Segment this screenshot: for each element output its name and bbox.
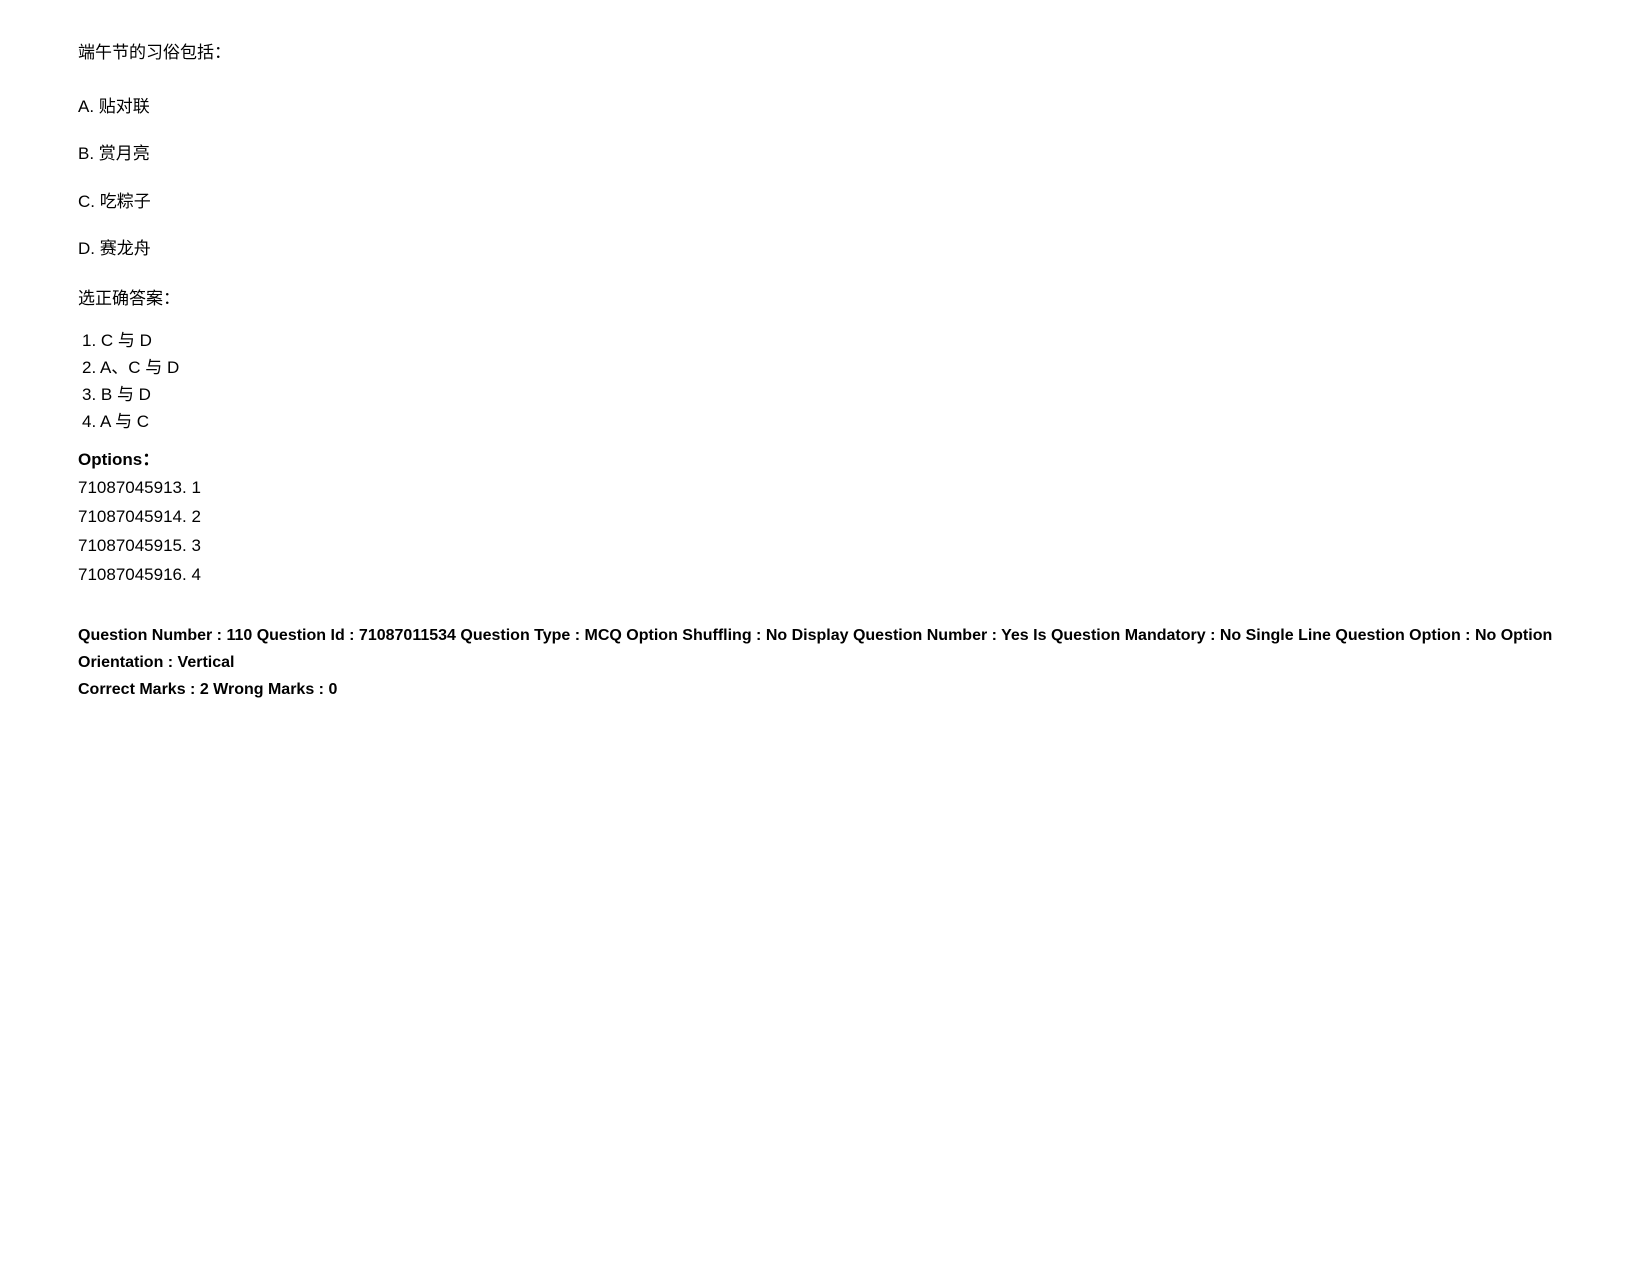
option-b: B. 赏月亮 bbox=[78, 141, 1572, 167]
meta-block: Question Number : 110 Question Id : 7108… bbox=[78, 622, 1572, 704]
answer-option-4: 4. A 与 C bbox=[82, 408, 1572, 435]
meta-line1: Question Number : 110 Question Id : 7108… bbox=[78, 622, 1572, 676]
option-id-2: 71087045914. 2 bbox=[78, 503, 1572, 532]
answer-option-2: 2. A、C 与 D bbox=[82, 354, 1572, 381]
option-id-4: 71087045916. 4 bbox=[78, 561, 1572, 590]
marks-line: Correct Marks : 2 Wrong Marks : 0 bbox=[78, 676, 1572, 703]
options-label: Options： bbox=[78, 445, 1572, 470]
answer-option-3: 3. B 与 D bbox=[82, 381, 1572, 408]
option-d: D. 赛龙舟 bbox=[78, 236, 1572, 262]
option-id-3: 71087045915. 3 bbox=[78, 532, 1572, 561]
options-block: Options： 71087045913. 1 71087045914. 2 7… bbox=[78, 445, 1572, 590]
question-text: 端午节的习俗包括： bbox=[78, 40, 1572, 66]
answer-option-1: 1. C 与 D bbox=[82, 327, 1572, 354]
question-container: 端午节的习俗包括： A. 贴对联 B. 赏月亮 C. 吃粽子 D. 赛龙舟 选正… bbox=[78, 40, 1572, 703]
option-a: A. 贴对联 bbox=[78, 94, 1572, 120]
option-id-1: 71087045913. 1 bbox=[78, 474, 1572, 503]
answer-options-list: 1. C 与 D 2. A、C 与 D 3. B 与 D 4. A 与 C bbox=[78, 327, 1572, 436]
select-answer-label: 选正确答案： bbox=[78, 284, 1572, 309]
option-c: C. 吃粽子 bbox=[78, 189, 1572, 215]
